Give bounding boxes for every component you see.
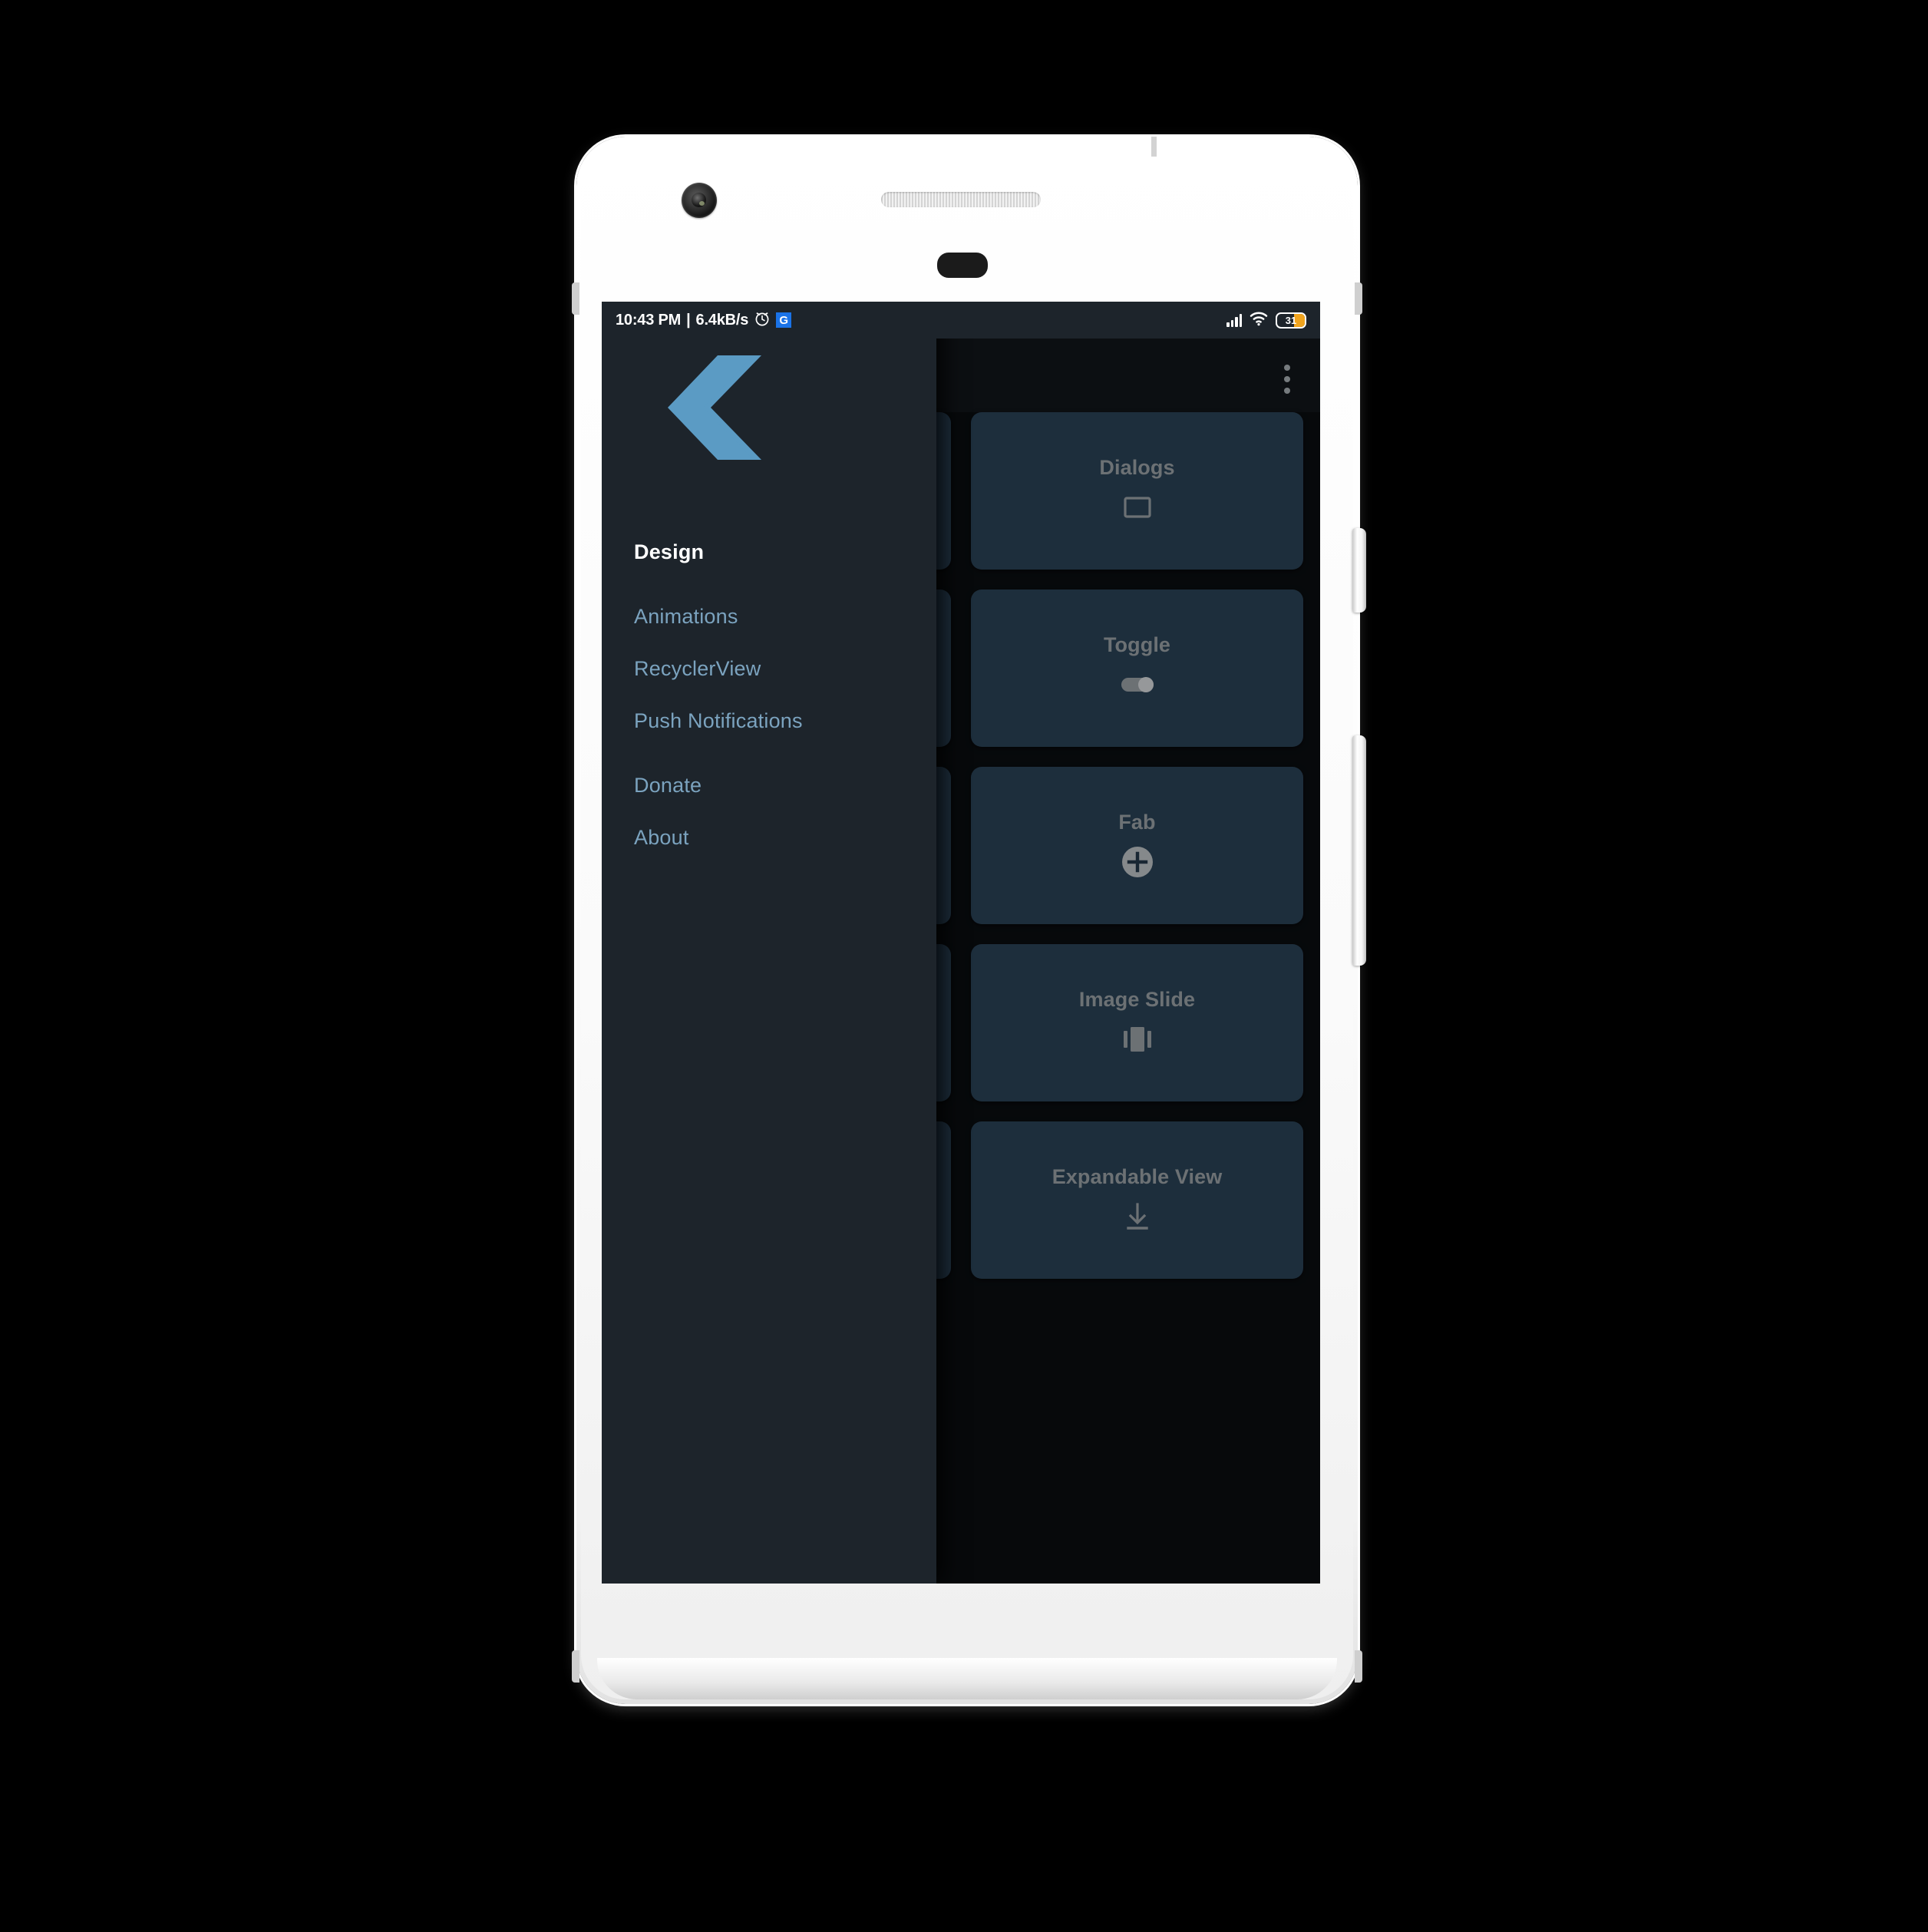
card-label: Dialogs	[1099, 456, 1175, 479]
overflow-dot-1	[1284, 365, 1290, 371]
drawer-item-label: Push Notifications	[634, 708, 803, 732]
drawer-item-push-notifications[interactable]: Push Notifications	[602, 695, 936, 747]
drawer-item-label: RecyclerView	[634, 656, 761, 680]
cellular-signal-icon	[1226, 313, 1242, 327]
status-bar-left: 10:43 PM | 6.4kB/s G	[616, 310, 792, 331]
rectangle-outline-icon	[1121, 490, 1154, 524]
card-label: Expandable View	[1051, 1165, 1223, 1188]
front-camera-glint	[699, 201, 705, 206]
feature-card-image-slide[interactable]: Image Slide	[971, 944, 1303, 1101]
overflow-dot-2	[1284, 376, 1290, 382]
status-bar: 10:43 PM | 6.4kB/s G 31	[602, 302, 1320, 339]
status-network-speed: 6.4kB/s	[695, 311, 749, 329]
floating-action-button-plus-icon	[1121, 845, 1154, 879]
volume-rocker-button[interactable]	[1352, 735, 1366, 966]
feature-card-expandable-view[interactable]: Expandable View	[971, 1121, 1303, 1279]
card-label: Fab	[1118, 811, 1156, 834]
drawer-item-label: Animations	[634, 604, 738, 628]
antenna-line-left-top	[572, 282, 579, 315]
drawer-item-about[interactable]: About	[602, 811, 936, 864]
drawer-item-animations[interactable]: Animations	[602, 590, 936, 642]
earpiece-speaker	[881, 192, 1041, 207]
drawer-item-recyclerview[interactable]: RecyclerView	[602, 642, 936, 695]
status-separator: |	[686, 311, 691, 329]
drawer-divider-space	[602, 747, 936, 759]
status-time: 10:43 PM	[616, 311, 682, 329]
overflow-menu-icon[interactable]	[1274, 362, 1300, 397]
view-carousel-icon	[1121, 1022, 1154, 1056]
feature-card-fab[interactable]: Fab	[971, 767, 1303, 924]
drawer-item-donate[interactable]: Donate	[602, 759, 936, 811]
feature-card-toggle[interactable]: Toggle	[971, 590, 1303, 747]
drawer-item-label: Donate	[634, 773, 702, 797]
drawer-item-label: About	[634, 825, 689, 849]
proximity-sensor	[937, 253, 988, 278]
drawer-item-design[interactable]: Design	[602, 526, 936, 578]
phone-screen: Dialogs Toggle Fab Image Slide Expandabl…	[602, 302, 1320, 1584]
app-notification-badge-icon: G	[776, 312, 792, 328]
alarm-clock-icon	[754, 310, 771, 331]
phone-bottom-bezel	[597, 1658, 1337, 1699]
power-button[interactable]	[1352, 528, 1366, 613]
wifi-icon	[1250, 311, 1268, 330]
battery-percent-label: 31	[1285, 314, 1297, 326]
antenna-line-right-top	[1355, 282, 1362, 315]
antenna-line-left-bottom	[572, 1650, 579, 1683]
arrow-down-to-line-icon	[1121, 1200, 1154, 1234]
front-camera-lens	[692, 193, 706, 207]
drawer-menu-list: Design Animations RecyclerView Push Noti…	[602, 526, 936, 864]
drawer-divider-space	[602, 578, 936, 590]
card-label: Toggle	[1103, 633, 1171, 656]
antenna-line-top	[1151, 137, 1157, 157]
status-bar-right: 31	[1226, 311, 1306, 330]
double-chevron-left-logo-icon	[646, 349, 800, 484]
drawer-item-label: Design	[634, 540, 705, 563]
battery-icon: 31	[1276, 312, 1306, 329]
navigation-drawer: Design Animations RecyclerView Push Noti…	[602, 302, 936, 1584]
screenshot-stage: Dialogs Toggle Fab Image Slide Expandabl…	[0, 0, 1928, 1932]
toggle-switch-icon	[1121, 668, 1154, 702]
overflow-dot-3	[1284, 388, 1290, 394]
antenna-line-right-bottom	[1355, 1650, 1362, 1683]
feature-card-dialogs[interactable]: Dialogs	[971, 412, 1303, 570]
card-label: Image Slide	[1078, 988, 1196, 1011]
